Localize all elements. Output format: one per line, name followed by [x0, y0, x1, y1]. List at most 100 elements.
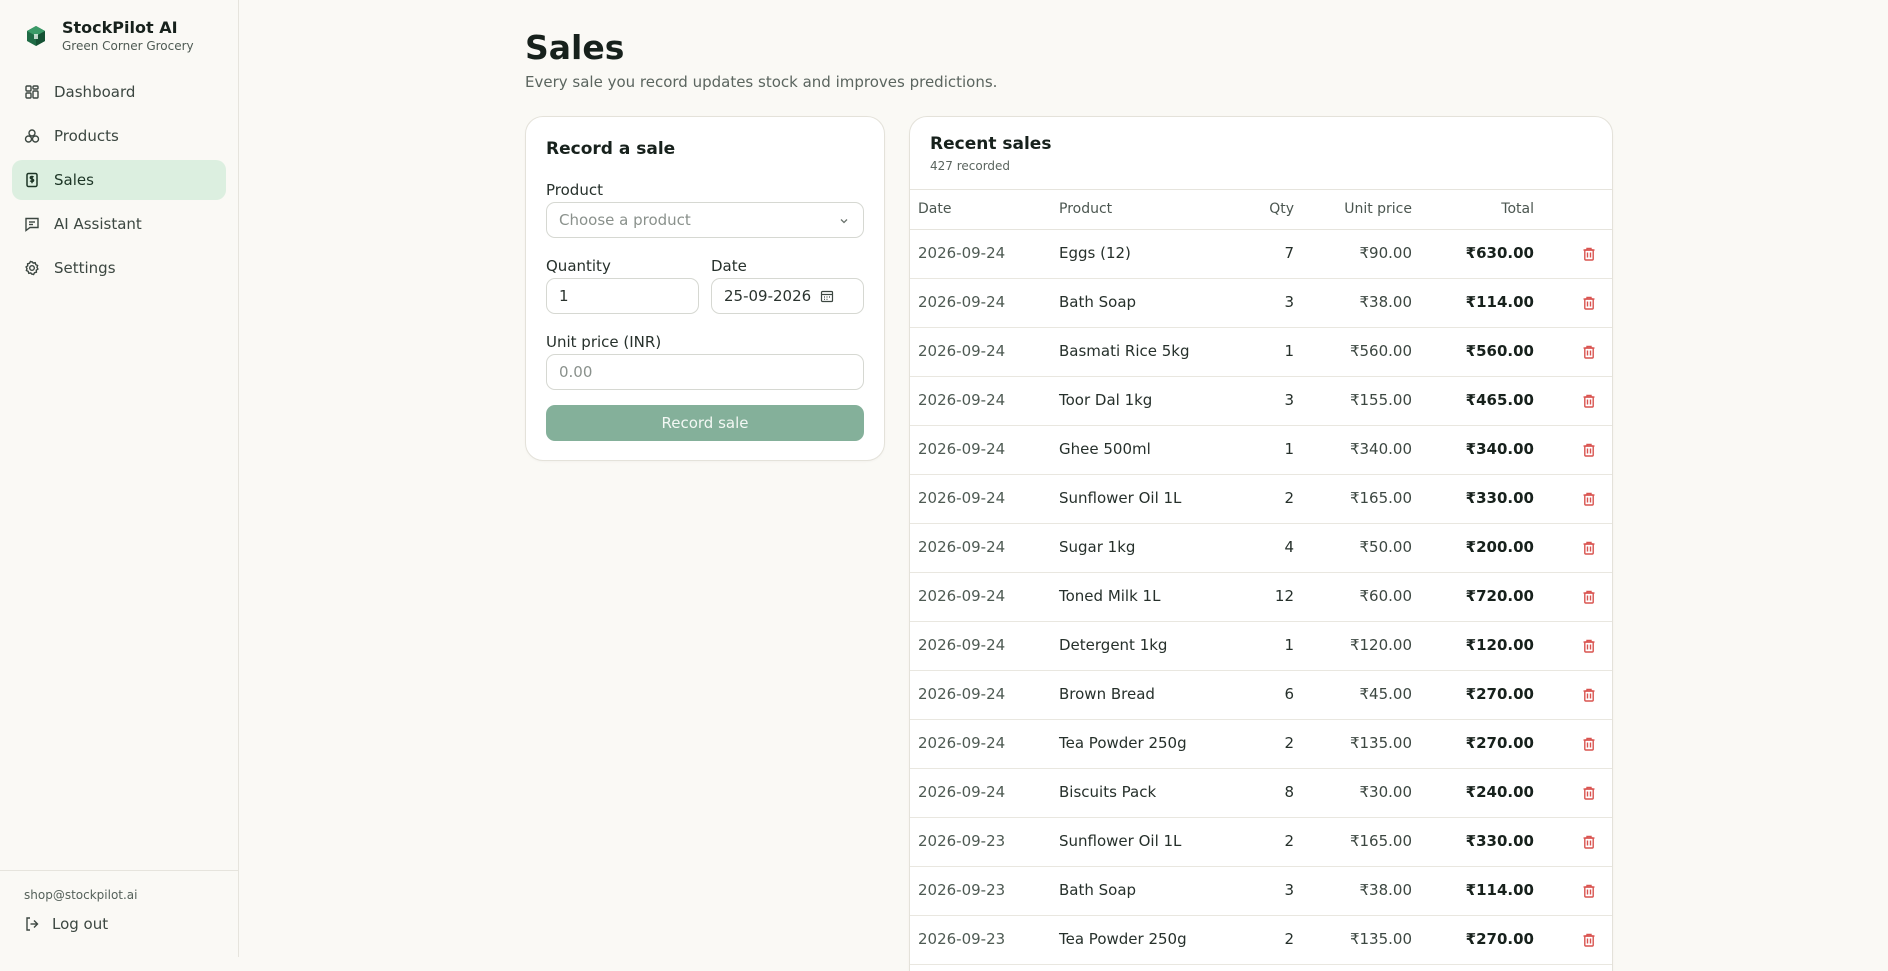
calendar-icon[interactable] [820, 289, 834, 303]
sale-date: 2026-09-24 [918, 489, 1006, 507]
sale-unit-price: ₹560.00 [1349, 342, 1412, 360]
trash-icon[interactable] [1581, 785, 1597, 801]
sale-unit-price: ₹165.00 [1349, 832, 1412, 850]
app-name: StockPilot AI [62, 18, 178, 37]
trash-icon[interactable] [1581, 442, 1597, 458]
record-sale-title: Record a sale [546, 139, 676, 159]
table-row: 2026-09-23 Tea Powder 250g 2 ₹135.00 ₹27… [910, 916, 1612, 965]
sidebar-item-label: Settings [54, 259, 116, 277]
sidebar-item-ai-assistant[interactable]: AI Assistant [12, 204, 226, 244]
sale-product: Toor Dal 1kg [1059, 391, 1153, 409]
record-sale-button[interactable]: Record sale [546, 405, 864, 441]
sale-qty: 8 [1284, 783, 1294, 801]
trash-icon[interactable] [1581, 295, 1597, 311]
sale-qty: 2 [1284, 930, 1294, 948]
sidebar-item-dashboard[interactable]: Dashboard [12, 72, 226, 112]
sale-date: 2026-09-24 [918, 244, 1006, 262]
sale-total: ₹630.00 [1465, 244, 1534, 262]
cube-logo-icon [27, 26, 45, 46]
sale-unit-price: ₹135.00 [1349, 734, 1412, 752]
unit-price-label: Unit price (INR) [546, 333, 662, 351]
sale-total: ₹340.00 [1465, 440, 1534, 458]
sale-product: Ghee 500ml [1059, 440, 1151, 458]
column-total[interactable]: Total [1501, 201, 1534, 217]
sidebar-item-settings[interactable]: Settings [12, 248, 226, 288]
receipt-icon [26, 172, 38, 188]
sidebar-item-label: Sales [54, 171, 94, 189]
sale-qty: 12 [1274, 587, 1294, 605]
sale-unit-price: ₹50.00 [1359, 538, 1413, 556]
sale-product: Sunflower Oil 1L [1059, 832, 1182, 850]
table-row: 2026-09-24 Toor Dal 1kg 3 ₹155.00 ₹465.0… [910, 377, 1612, 426]
sale-unit-price: ₹60.00 [1359, 587, 1413, 605]
column-product[interactable]: Product [1059, 201, 1112, 217]
sidebar-item-sales[interactable]: Sales [12, 160, 226, 200]
sale-date: 2026-09-24 [918, 734, 1006, 752]
logout-button[interactable]: Log out [24, 915, 108, 933]
table-row: 2026-09-24 Sunflower Oil 1L 2 ₹165.00 ₹3… [910, 475, 1612, 524]
sale-qty: 3 [1284, 293, 1294, 311]
sale-product: Basmati Rice 5kg [1059, 342, 1190, 360]
column-qty[interactable]: Qty [1269, 201, 1294, 217]
table-row: 2026-09-24 Toned Milk 1L 12 ₹60.00 ₹720.… [910, 573, 1612, 622]
product-select-placeholder: Choose a product [559, 211, 691, 229]
record-sale-card: Record a sale Product Choose a product Q… [525, 116, 885, 461]
sale-qty: 4 [1284, 538, 1294, 556]
date-input[interactable]: 25-09-2026 [711, 278, 864, 314]
sale-unit-price: ₹45.00 [1359, 685, 1413, 703]
unit-price-input[interactable]: 0.00 [546, 354, 864, 390]
sale-date: 2026-09-23 [918, 930, 1006, 948]
recent-sales-count: 427 recorded [930, 159, 1011, 173]
sale-unit-price: ₹165.00 [1349, 489, 1412, 507]
date-label: Date [711, 257, 747, 275]
chevron-down-icon [840, 219, 848, 224]
trash-icon[interactable] [1581, 638, 1597, 654]
brand[interactable]: StockPilot AI Green Corner Grocery [24, 18, 194, 54]
sale-product: Bath Soap [1059, 881, 1137, 899]
logout-icon [26, 917, 39, 931]
sale-total: ₹560.00 [1465, 342, 1534, 360]
trash-icon[interactable] [1581, 932, 1597, 948]
sale-total: ₹330.00 [1465, 832, 1534, 850]
column-date[interactable]: Date [918, 201, 951, 217]
recent-sales-title: Recent sales [930, 134, 1052, 154]
trash-icon[interactable] [1581, 687, 1597, 703]
column-unit-price[interactable]: Unit price [1344, 201, 1412, 217]
sale-date: 2026-09-24 [918, 685, 1006, 703]
sale-total: ₹114.00 [1465, 293, 1534, 311]
table-row: 2026-09-24 Detergent 1kg 1 ₹120.00 ₹120.… [910, 622, 1612, 671]
table-row: 2026-09-24 Biscuits Pack 8 ₹30.00 ₹240.0… [910, 769, 1612, 818]
sales-table-body: 2026-09-24 Eggs (12) 7 ₹90.00 ₹630.00 20… [910, 230, 1612, 965]
trash-icon[interactable] [1581, 393, 1597, 409]
sidebar: StockPilot AI Green Corner Grocery Dashb… [0, 0, 239, 957]
quantity-input[interactable]: 1 [546, 278, 699, 314]
product-select[interactable]: Choose a product [546, 202, 864, 238]
sale-date: 2026-09-24 [918, 636, 1006, 654]
trash-icon[interactable] [1581, 540, 1597, 556]
sale-qty: 2 [1284, 734, 1294, 752]
sidebar-item-products[interactable]: Products [12, 116, 226, 156]
trash-icon[interactable] [1581, 344, 1597, 360]
trash-icon[interactable] [1581, 834, 1597, 850]
quantity-value: 1 [559, 287, 569, 305]
sale-total: ₹200.00 [1465, 538, 1534, 556]
sale-product: Brown Bread [1059, 685, 1155, 703]
sale-date: 2026-09-24 [918, 538, 1006, 556]
trash-icon[interactable] [1581, 883, 1597, 899]
trash-icon[interactable] [1581, 589, 1597, 605]
trash-icon[interactable] [1581, 491, 1597, 507]
trash-icon[interactable] [1581, 736, 1597, 752]
grid-icon [25, 85, 39, 99]
table-row: 2026-09-24 Eggs (12) 7 ₹90.00 ₹630.00 [910, 230, 1612, 279]
sidebar-item-label: Products [54, 127, 119, 145]
sale-unit-price: ₹38.00 [1359, 293, 1413, 311]
quantity-label: Quantity [546, 257, 611, 275]
sale-total: ₹720.00 [1465, 587, 1534, 605]
sale-total: ₹465.00 [1465, 391, 1534, 409]
trash-icon[interactable] [1581, 246, 1597, 262]
unit-price-placeholder: 0.00 [559, 363, 593, 381]
sale-unit-price: ₹38.00 [1359, 881, 1413, 899]
sale-qty: 1 [1284, 636, 1294, 654]
date-value: 25-09-2026 [724, 287, 812, 305]
sidebar-nav: Dashboard Products Sales AI Assistant Se… [12, 72, 226, 292]
